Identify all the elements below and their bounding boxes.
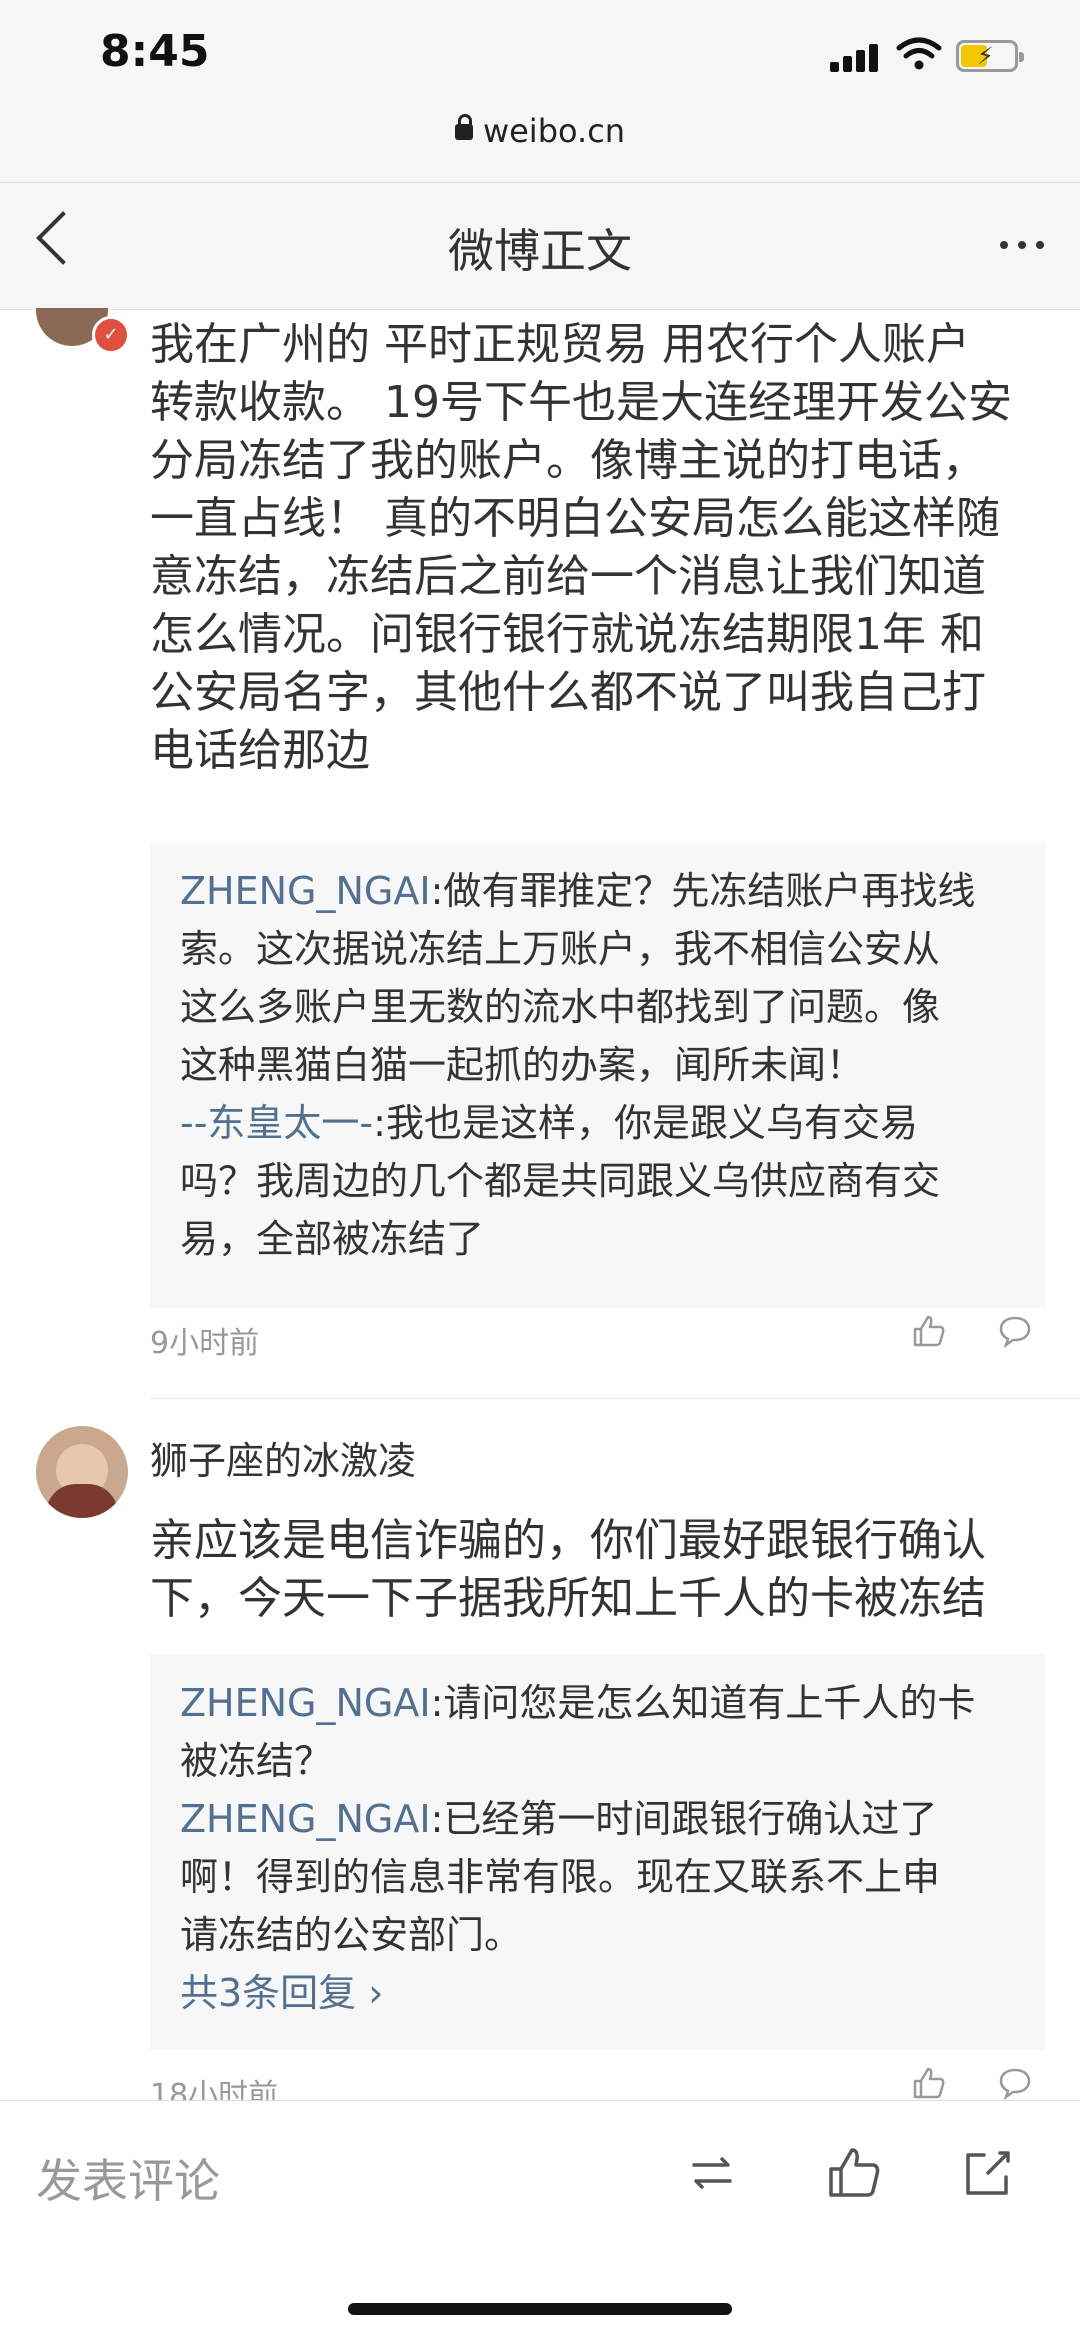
battery-icon: ⚡ bbox=[956, 40, 1024, 72]
comment-text: 我在广州的 平时正规贸易 用农行个人账户 转款收款。 19号下午也是大连经理开发… bbox=[150, 319, 1012, 776]
comment-text: 亲应该是电信诈骗的，你们最好跟银行确认 下，今天一下子据我所知上千人的卡被冻结 bbox=[150, 1515, 986, 1624]
signal-icon bbox=[830, 44, 880, 72]
reply-author[interactable]: --东皇太一- bbox=[180, 1101, 373, 1145]
reply-author[interactable]: ZHENG_NGAI bbox=[180, 869, 431, 913]
comment-time: 9小时前 bbox=[150, 1326, 260, 1361]
comment-list: ✓ 我在广州的 平时正规贸易 用农行个人账户 转款收款。 19号下午也是大连经理… bbox=[0, 308, 1080, 2100]
share-icon[interactable] bbox=[960, 2145, 1016, 2201]
like-icon[interactable] bbox=[912, 1314, 946, 1348]
avatar[interactable] bbox=[36, 1426, 128, 1518]
more-icon[interactable] bbox=[1000, 241, 1044, 249]
nav-bar: 微博正文 bbox=[0, 182, 1080, 310]
bottom-action-bar: 发表评论 bbox=[0, 2100, 1080, 2340]
like-icon[interactable] bbox=[912, 2066, 946, 2100]
like-icon[interactable] bbox=[826, 2145, 882, 2201]
reply-box[interactable]: ZHENG_NGAI:请问您是怎么知道有上千人的卡 被冻结？ ZHENG_NGA… bbox=[150, 1654, 1046, 2050]
comment-time: 18小时前 bbox=[150, 2078, 279, 2100]
home-indicator bbox=[348, 2303, 732, 2315]
comment-icon[interactable] bbox=[998, 2066, 1032, 2100]
comment-input[interactable]: 发表评论 bbox=[36, 2145, 220, 2211]
repost-icon[interactable] bbox=[684, 2145, 740, 2201]
reply-box[interactable]: ZHENG_NGAI:做有罪推定？先冻结账户再找线 索。这次据说冻结上万账户，我… bbox=[150, 842, 1046, 1308]
more-replies-link[interactable]: 共3条回复 › bbox=[180, 1964, 1016, 2022]
url-text: weibo.cn bbox=[482, 112, 626, 150]
status-time: 8:45 bbox=[100, 26, 210, 77]
divider bbox=[150, 1398, 1080, 1399]
comment-icon[interactable] bbox=[998, 1314, 1032, 1348]
verified-badge-icon: ✓ bbox=[92, 316, 130, 354]
browser-chrome: 8:45 ⚡ weibo.cn bbox=[0, 0, 1080, 182]
comment-author[interactable]: 狮子座的冰激凌 bbox=[150, 1430, 416, 1485]
reply-author[interactable]: ZHENG_NGAI bbox=[180, 1681, 431, 1725]
page-title: 微博正文 bbox=[448, 224, 632, 278]
address-bar[interactable]: weibo.cn bbox=[0, 112, 1080, 150]
lock-icon bbox=[454, 114, 473, 140]
reply-author[interactable]: ZHENG_NGAI bbox=[180, 1797, 431, 1841]
wifi-icon bbox=[896, 37, 942, 70]
